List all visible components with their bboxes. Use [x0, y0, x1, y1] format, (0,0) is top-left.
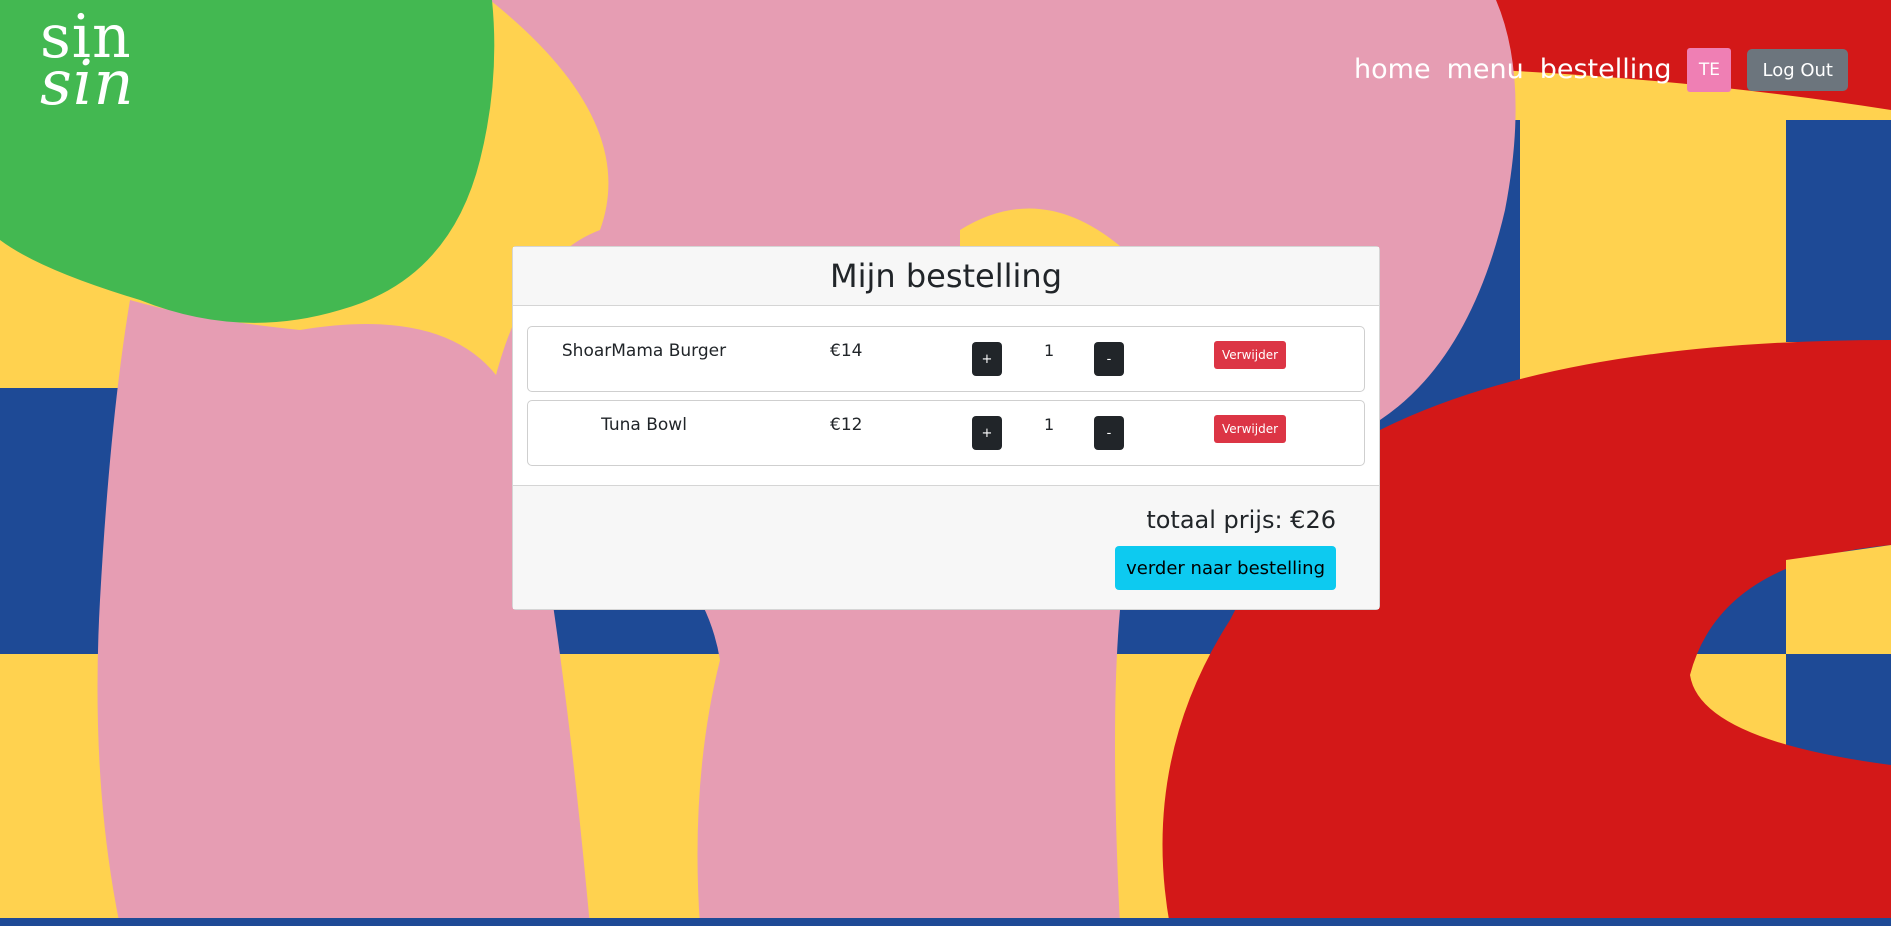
nav-home-link[interactable]: home [1354, 51, 1431, 89]
main-nav: home menu bestelling TE Log Out [1354, 48, 1848, 92]
item-quantity: 1 [1044, 341, 1055, 360]
decrease-quantity-button[interactable]: - [1094, 342, 1124, 376]
item-price: €14 [830, 341, 863, 361]
order-title: Mijn bestelling [513, 247, 1379, 306]
order-footer: totaal prijs: €26 verder naar bestelling [513, 485, 1379, 609]
logout-button[interactable]: Log Out [1747, 49, 1848, 91]
item-name: Tuna Bowl [601, 415, 687, 435]
order-item: ShoarMama Burger €14 + 1 - Verwijder [527, 326, 1365, 392]
item-name: ShoarMama Burger [561, 341, 727, 361]
order-card: Mijn bestelling ShoarMama Burger €14 + 1… [512, 246, 1380, 610]
user-avatar[interactable]: TE [1687, 48, 1732, 92]
increase-quantity-button[interactable]: + [972, 416, 1002, 450]
remove-item-button[interactable]: Verwijder [1214, 415, 1287, 443]
total-price: totaal prijs: €26 [1146, 506, 1336, 534]
decrease-quantity-button[interactable]: - [1094, 416, 1124, 450]
checkout-button[interactable]: verder naar bestelling [1115, 546, 1336, 590]
brand-line-2: sin [40, 46, 135, 119]
brand-logo[interactable]: sin sin [40, 7, 135, 119]
remove-item-button[interactable]: Verwijder [1214, 341, 1287, 369]
increase-quantity-button[interactable]: + [972, 342, 1002, 376]
order-items: ShoarMama Burger €14 + 1 - Verwijder Tun… [513, 306, 1379, 496]
item-quantity: 1 [1044, 415, 1055, 434]
nav-menu-link[interactable]: menu [1447, 51, 1524, 89]
item-price: €12 [830, 415, 863, 435]
nav-bestelling-link[interactable]: bestelling [1540, 51, 1672, 89]
order-item: Tuna Bowl €12 + 1 - Verwijder [527, 400, 1365, 466]
